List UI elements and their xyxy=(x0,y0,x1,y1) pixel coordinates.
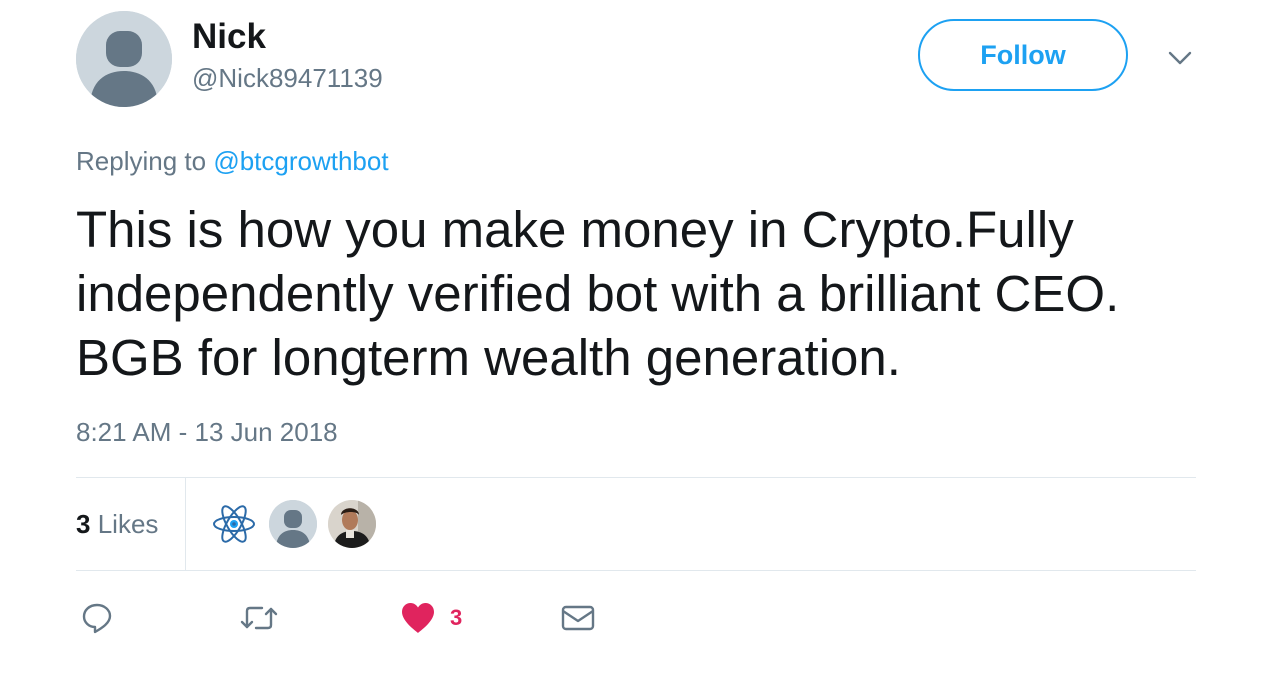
reply-mention-link[interactable]: @btcgrowthbot xyxy=(213,146,388,176)
divider-bottom xyxy=(76,570,1196,571)
liker-avatar-1[interactable] xyxy=(210,500,258,548)
liker-avatar-2[interactable] xyxy=(269,500,317,548)
stats-separator xyxy=(185,478,186,570)
default-avatar-icon xyxy=(269,500,317,548)
likes-label: Likes xyxy=(97,509,159,539)
replying-prefix: Replying to xyxy=(76,146,207,176)
reply-icon xyxy=(82,603,112,634)
likes-number: 3 xyxy=(76,509,91,539)
heart-icon xyxy=(402,603,434,633)
follow-button[interactable]: Follow xyxy=(918,19,1128,91)
likes-stat[interactable]: 3 Likes xyxy=(76,508,158,540)
liker-avatar-3[interactable] xyxy=(328,500,376,548)
default-avatar-icon xyxy=(76,11,172,107)
tweet-timestamp[interactable]: 8:21 AM - 13 Jun 2018 xyxy=(76,416,338,448)
direct-message-button[interactable] xyxy=(560,596,596,640)
envelope-icon xyxy=(561,605,595,631)
chevron-down-icon xyxy=(1168,51,1192,65)
tweet-text: This is how you make money in Crypto.Ful… xyxy=(76,201,1120,386)
reply-button[interactable] xyxy=(80,596,114,640)
like-button[interactable]: 3 xyxy=(400,596,462,640)
retweet-button[interactable] xyxy=(240,596,278,640)
tweet-actions: 3 xyxy=(76,596,1196,640)
person-photo-avatar xyxy=(328,500,376,548)
like-count: 3 xyxy=(450,605,463,630)
atom-icon xyxy=(213,505,255,543)
retweet-icon xyxy=(240,606,278,630)
more-options-caret[interactable] xyxy=(1166,44,1194,72)
display-name[interactable]: Nick xyxy=(192,16,266,58)
user-avatar[interactable] xyxy=(76,11,172,107)
stats-row: 3 Likes xyxy=(76,478,1196,570)
user-handle[interactable]: @Nick89471139 xyxy=(192,62,383,94)
replying-to: Replying to @btcgrowthbot xyxy=(76,145,389,177)
